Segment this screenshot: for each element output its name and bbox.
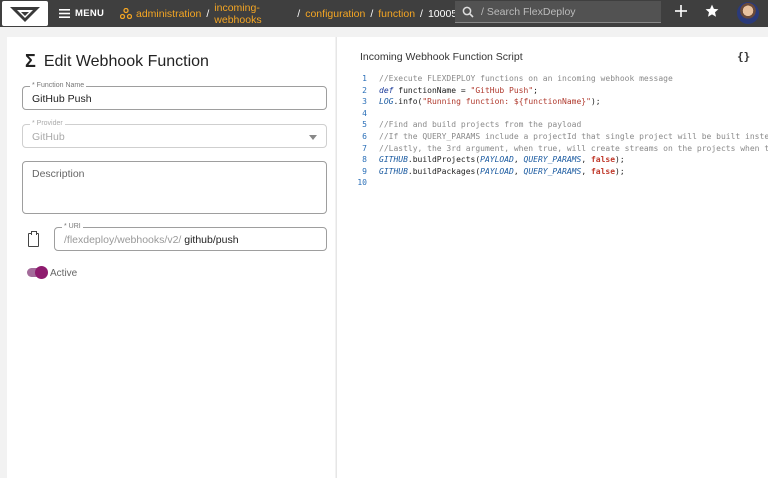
- line-number: 9: [362, 166, 367, 176]
- toggle-knob: [35, 266, 48, 279]
- code-text: def functionName = "GitHub Push";: [379, 85, 538, 95]
- edit-form-panel: Σ Edit Webhook Function * Function Name …: [7, 37, 335, 478]
- function-name-label: * Function Name: [30, 81, 87, 91]
- uri-label: * URI: [62, 222, 83, 232]
- code-text: //If the QUERY_PARAMS include a projectI…: [379, 131, 768, 141]
- code-text: //Lastly, the 3rd argument, when true, w…: [379, 143, 768, 153]
- uri-value: github/push: [184, 234, 239, 246]
- line-number: 4: [362, 108, 367, 118]
- uri-field[interactable]: * URI /flexdeploy/webhooks/v2/ github/pu…: [54, 222, 327, 251]
- clipboard-icon[interactable]: [28, 231, 39, 247]
- function-name-field[interactable]: * Function Name GitHub Push: [22, 81, 327, 110]
- breadcrumb-separator: /: [420, 7, 423, 20]
- menu-label: MENU: [75, 8, 105, 19]
- plus-icon[interactable]: [675, 4, 687, 22]
- provider-value: GitHub: [32, 131, 65, 143]
- code-line: 7 //Lastly, the 3rd argument, when true, …: [351, 143, 768, 155]
- uri-value-wrap: /flexdeploy/webhooks/v2/ github/push: [64, 234, 239, 246]
- uri-prefix: /flexdeploy/webhooks/v2/: [64, 234, 182, 246]
- script-title: Incoming Webhook Function Script: [360, 51, 523, 63]
- code-line: 1 //Execute FLEXDEPLOY functions on an in…: [351, 73, 768, 85]
- search-icon: [462, 6, 474, 18]
- line-number: 7: [362, 143, 367, 153]
- breadcrumb-administration[interactable]: administration: [136, 8, 201, 20]
- breadcrumb-separator: /: [206, 7, 210, 20]
- chevron-down-icon: [309, 135, 317, 140]
- line-number: 1: [362, 74, 367, 83]
- sigma-icon: Σ: [25, 51, 36, 71]
- code-line: 3 LOG.info("Running function: ${functionN…: [351, 96, 768, 108]
- flexdeploy-logo-icon[interactable]: [2, 1, 48, 26]
- description-placeholder: Description: [32, 168, 85, 180]
- script-panel: Incoming Webhook Function Script {} 1 //E…: [336, 37, 768, 478]
- provider-select: * Provider GitHub: [22, 119, 327, 148]
- line-number: 5: [362, 120, 367, 130]
- hamburger-icon: [59, 9, 70, 18]
- line-number: 2: [362, 85, 367, 95]
- code-line: 9 GITHUB.buildPackages(PAYLOAD, QUERY_PAR…: [351, 166, 768, 178]
- provider-label: * Provider: [30, 119, 65, 129]
- function-name-value: GitHub Push: [32, 93, 92, 105]
- description-field[interactable]: Description: [22, 161, 327, 214]
- breadcrumb-current-id: 10005: [427, 7, 458, 20]
- breadcrumb-separator: /: [297, 7, 301, 20]
- code-line: 4: [351, 108, 768, 120]
- code-line: 8 GITHUB.buildProjects(PAYLOAD, QUERY_PAR…: [351, 154, 768, 166]
- page-title-text: Edit Webhook Function: [43, 52, 209, 70]
- code-text: GITHUB.buildProjects(PAYLOAD, QUERY_PARA…: [379, 155, 625, 165]
- code-line: 10: [351, 177, 768, 189]
- code-text: GITHUB.buildPackages(PAYLOAD, QUERY_PARA…: [379, 166, 625, 176]
- breadcrumb-incoming-webhooks[interactable]: incoming-webhooks: [214, 2, 292, 26]
- code-text: LOG.info("Running function: ${functionNa…: [379, 97, 601, 107]
- code-text: //Find and build projects from the paylo…: [379, 120, 582, 130]
- line-number: 10: [357, 178, 367, 188]
- search-placeholder: / Search FlexDeploy: [481, 5, 576, 18]
- breadcrumb: administration / incoming-webhooks / con…: [120, 0, 457, 27]
- breadcrumb-separator: /: [370, 7, 374, 20]
- code-editor[interactable]: 1 //Execute FLEXDEPLOY functions on an in…: [351, 73, 768, 189]
- search-input[interactable]: / Search FlexDeploy: [455, 1, 661, 23]
- menu-button[interactable]: MENU: [59, 6, 104, 21]
- breadcrumb-configuration[interactable]: configuration: [305, 8, 365, 20]
- code-line: 5 //Find and build projects from the payl…: [351, 119, 768, 131]
- code-line: 2 def functionName = "GitHub Push";: [351, 85, 768, 97]
- top-bar: MENU administration / incoming-webhooks …: [0, 0, 768, 27]
- code-text: //Execute FLEXDEPLOY functions on an inc…: [379, 74, 673, 83]
- line-number: 3: [362, 97, 367, 107]
- org-icon: [120, 8, 132, 19]
- active-toggle[interactable]: [27, 266, 48, 279]
- active-label: Active: [50, 268, 78, 279]
- user-avatar[interactable]: [737, 2, 759, 24]
- star-icon[interactable]: [705, 4, 719, 23]
- breadcrumb-function[interactable]: function: [378, 8, 415, 20]
- line-number: 8: [362, 155, 367, 165]
- line-number: 6: [362, 131, 367, 141]
- page-title: Σ Edit Webhook Function: [25, 51, 209, 72]
- format-code-icon[interactable]: {}: [737, 50, 750, 63]
- code-line: 6 //If the QUERY_PARAMS include a project…: [351, 131, 768, 143]
